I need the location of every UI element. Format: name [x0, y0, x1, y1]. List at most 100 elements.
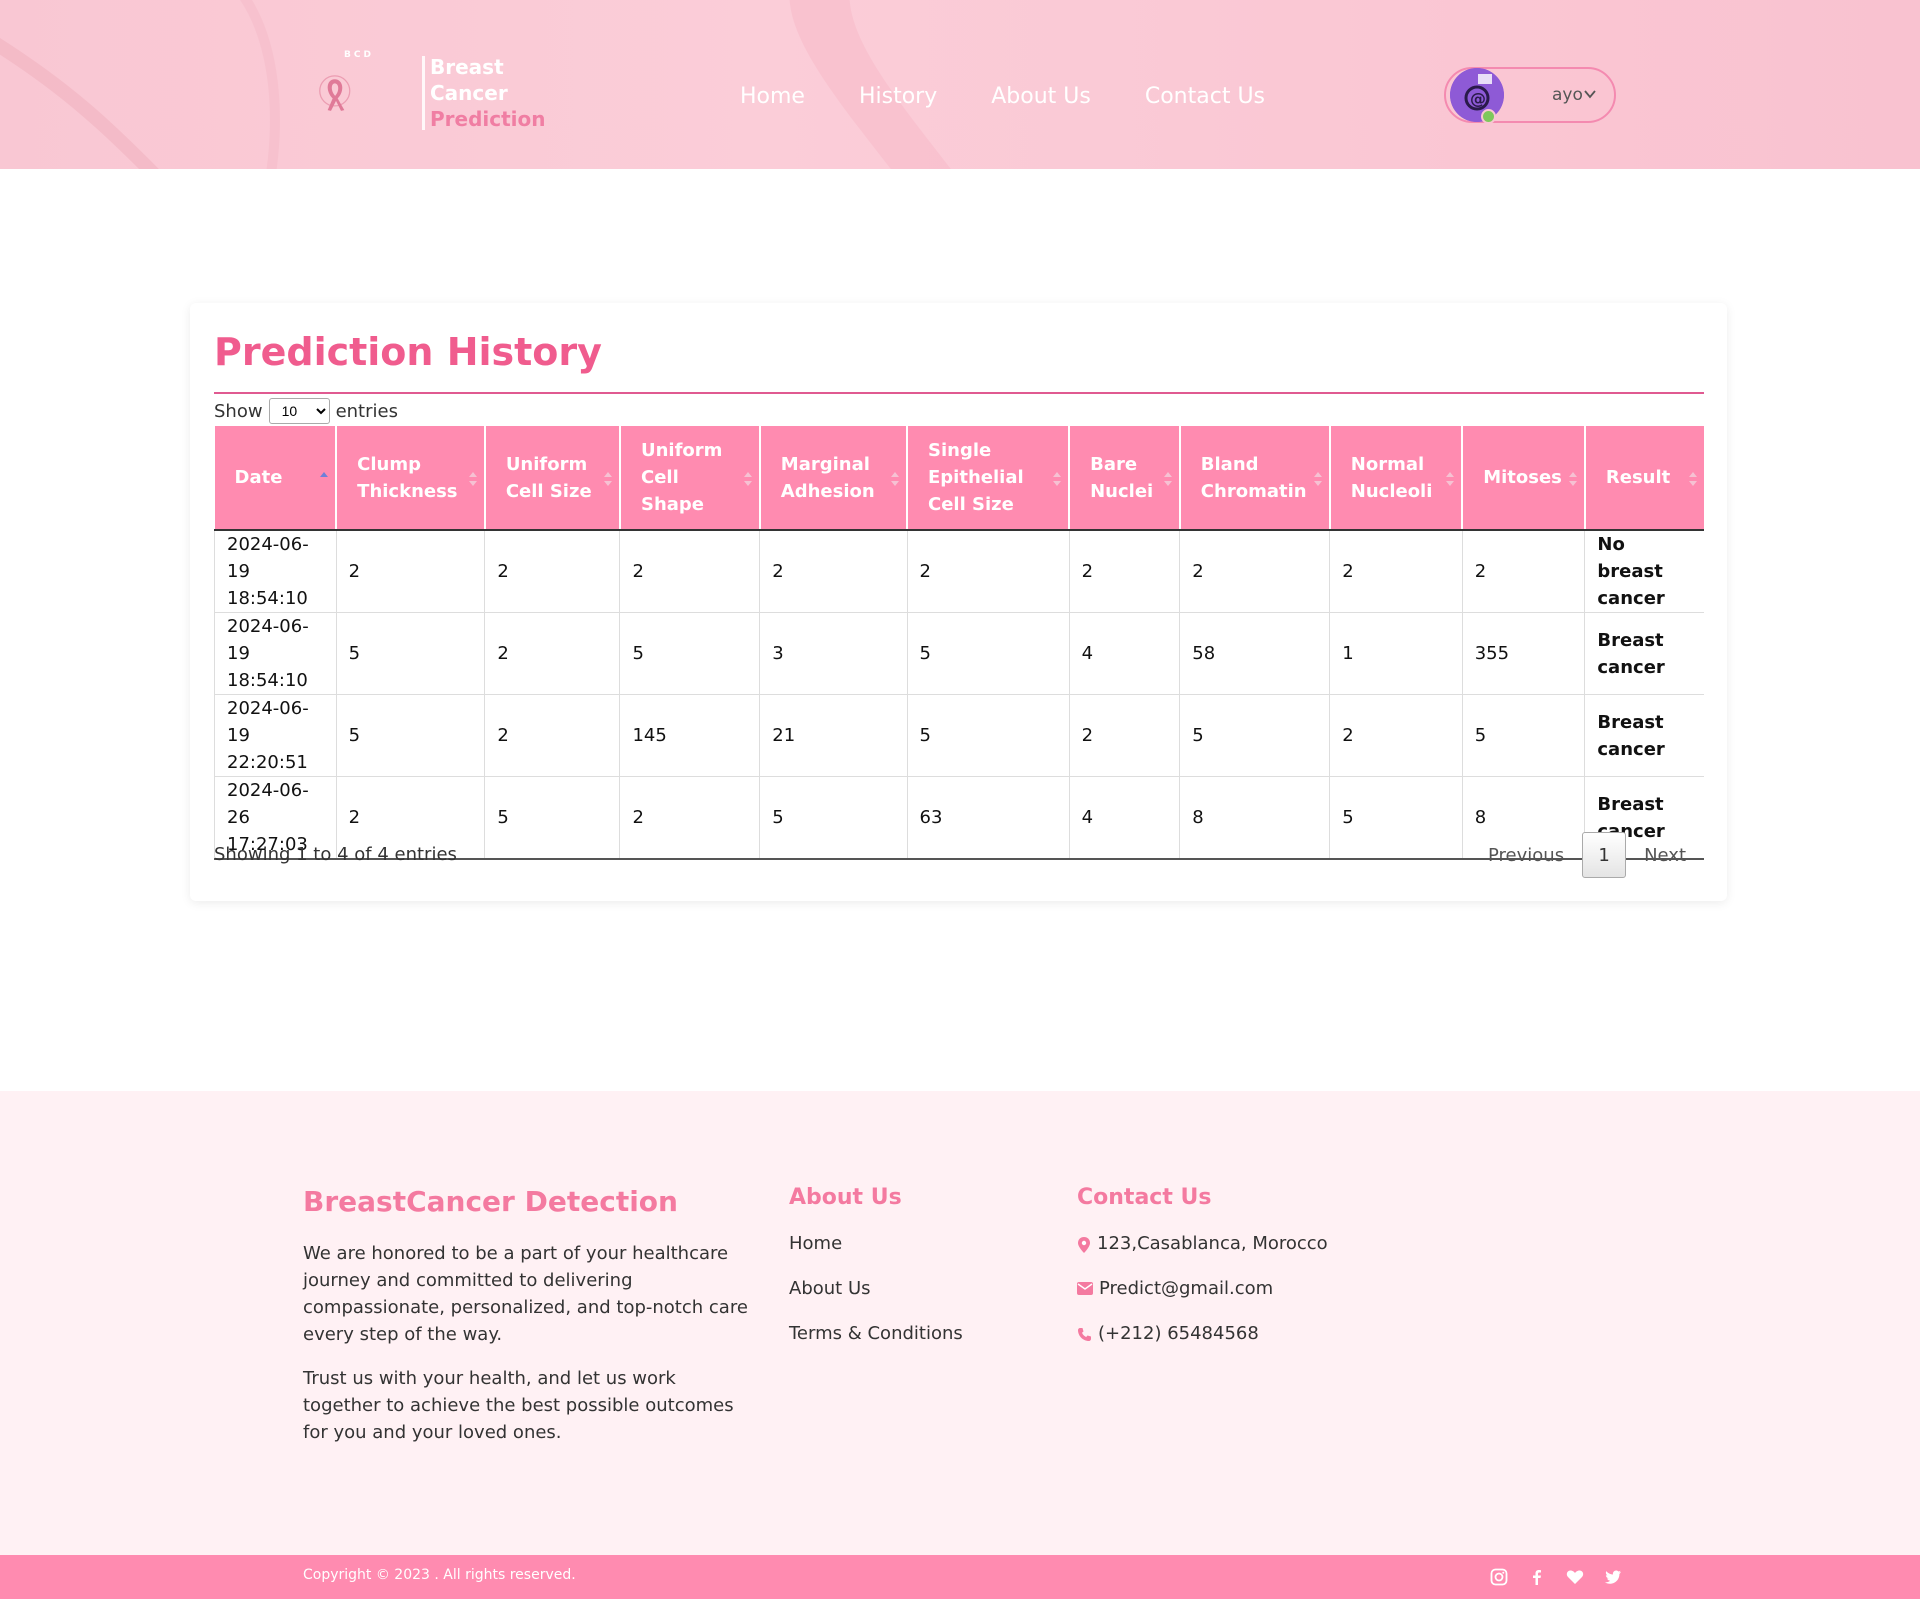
page-1-button[interactable]: 1 — [1582, 832, 1627, 878]
sort-icon — [1313, 472, 1322, 486]
cell-normal-nucleoli: 1 — [1329, 612, 1463, 695]
cell-uniform-cell-size: 2 — [484, 612, 621, 695]
column-header-label: Normal Nucleoli — [1350, 453, 1433, 502]
cell-mitoses: 5 — [1462, 694, 1586, 777]
social-links — [1490, 1568, 1622, 1586]
sort-icon — [603, 472, 612, 486]
column-header-uniform-cell-shape[interactable]: Uniform Cell Shape — [619, 426, 761, 531]
instagram-icon[interactable] — [1490, 1568, 1508, 1586]
sort-icon — [1446, 472, 1455, 486]
twitter-icon[interactable] — [1604, 1568, 1622, 1586]
contact-email: Predict@gmail.com — [1077, 1278, 1328, 1323]
column-header-label: Clump Thickness — [357, 453, 458, 502]
contact-address: 123,Casablanca, Morocco — [1077, 1233, 1328, 1278]
cell-date: 2024-06-19 18:54:10 — [214, 612, 337, 695]
svg-text:@: @ — [1470, 89, 1486, 108]
page-size-select[interactable]: 10 — [268, 398, 330, 424]
footer-link-terms[interactable]: Terms & Conditions — [789, 1323, 963, 1368]
phone-icon — [1078, 1328, 1091, 1341]
cell-result: No breast cancer — [1584, 530, 1704, 613]
table-header-row: Date Clump Thickness Uniform Cell Size Unif… — [214, 426, 1704, 531]
title-divider — [214, 392, 1704, 394]
sort-icon — [1163, 472, 1172, 486]
cell-date: 2024-06-19 18:54:10 — [214, 530, 337, 613]
cell-bland-chromatin: 2 — [1179, 530, 1331, 613]
column-header-single-epithelial-cell-size[interactable]: Single Epithelial Cell Size — [907, 426, 1071, 531]
cell-marginal-adhesion: 2 — [759, 530, 908, 613]
cell-normal-nucleoli: 2 — [1329, 694, 1463, 777]
cell-bland-chromatin: 5 — [1179, 694, 1331, 777]
nav-history[interactable]: History — [859, 84, 937, 109]
column-header-bland-chromatin[interactable]: Bland Chromatin — [1179, 426, 1331, 531]
column-header-normal-nucleoli[interactable]: Normal Nucleoli — [1329, 426, 1464, 531]
sort-icon — [1568, 472, 1577, 486]
logo-divider — [422, 56, 425, 130]
sort-ascending-icon — [320, 472, 329, 477]
entries-label: entries — [335, 400, 398, 422]
page-title: Prediction History — [214, 330, 602, 374]
cell-uniform-cell-size: 2 — [484, 530, 621, 613]
stethoscope-decoration — [0, 0, 280, 169]
cell-result: Breast cancer — [1584, 612, 1704, 695]
nav-about-us[interactable]: About Us — [991, 84, 1091, 109]
cell-bland-chromatin: 58 — [1179, 612, 1331, 695]
column-header-bare-nuclei[interactable]: Bare Nuclei — [1069, 426, 1181, 531]
facebook-icon[interactable] — [1528, 1568, 1546, 1586]
column-header-clump-thickness[interactable]: Clump Thickness — [336, 426, 486, 531]
column-header-marginal-adhesion[interactable]: Marginal Adhesion — [759, 426, 909, 531]
contact-phone: (+212) 65484568 — [1077, 1323, 1328, 1368]
column-header-label: Marginal Adhesion — [780, 453, 875, 502]
address-text: 123,Casablanca, Morocco — [1097, 1233, 1328, 1254]
sort-icon — [468, 472, 477, 486]
table-row: 2024-06-19 18:54:10 5 2 5 3 5 4 58 1 355 Breast ca… — [214, 612, 1704, 695]
column-header-label: Bare Nuclei — [1090, 453, 1154, 502]
avatar-image: @ — [1450, 68, 1504, 122]
cell-uniform-cell-shape: 145 — [619, 694, 761, 777]
cell-single-epithelial-cell-size: 5 — [907, 612, 1070, 695]
bottom-bar — [0, 1555, 1920, 1599]
next-page-button[interactable]: Next — [1626, 845, 1704, 866]
cell-clump-thickness: 5 — [336, 694, 486, 777]
footer-contact-list: 123,Casablanca, Morocco Predict@gmail.co… — [1077, 1233, 1328, 1368]
avatar[interactable]: @ — [1450, 68, 1504, 122]
heart-icon[interactable] — [1566, 1568, 1584, 1586]
column-header-date[interactable]: Date — [214, 426, 338, 531]
cell-single-epithelial-cell-size: 2 — [907, 530, 1070, 613]
cell-date: 2024-06-19 22:20:51 — [214, 694, 337, 777]
previous-page-button[interactable]: Previous — [1470, 845, 1582, 866]
cell-bare-nuclei: 2 — [1069, 530, 1181, 613]
user-name[interactable]: ayo — [1552, 85, 1583, 105]
nav-contact-us[interactable]: Contact Us — [1145, 84, 1265, 109]
logo-badge-text: BCD — [344, 50, 374, 60]
ribbon-logo-icon[interactable] — [316, 46, 416, 140]
table-row: 2024-06-19 18:54:10 2 2 2 2 2 2 2 2 2 No breast ca… — [214, 530, 1704, 613]
cell-marginal-adhesion: 21 — [759, 694, 908, 777]
column-header-label: Date — [234, 467, 283, 488]
chevron-down-icon[interactable] — [1584, 88, 1596, 100]
footer-contact-title: Contact Us — [1077, 1185, 1212, 1210]
logo-text[interactable]: Breast Cancer Prediction — [430, 54, 546, 132]
column-header-result[interactable]: Result — [1584, 426, 1704, 531]
column-header-mitoses[interactable]: Mitoses — [1462, 426, 1586, 531]
online-status-dot — [1481, 109, 1496, 124]
table-info: Showing 1 to 4 of 4 entries — [214, 844, 457, 865]
cell-normal-nucleoli: 2 — [1329, 530, 1463, 613]
table-row: 2024-06-19 22:20:51 5 2 145 21 5 2 5 2 5 Breast ca… — [214, 694, 1704, 777]
sort-icon — [1053, 472, 1062, 486]
copyright-text: Copyright © 2023 . All rights reserved. — [303, 1567, 576, 1583]
email-text[interactable]: Predict@gmail.com — [1099, 1278, 1273, 1299]
footer-link-home[interactable]: Home — [789, 1233, 963, 1278]
footer-brand: BreastCancer Detection — [303, 1185, 678, 1218]
cell-clump-thickness: 2 — [336, 530, 486, 613]
cell-bland-chromatin: 8 — [1179, 776, 1331, 860]
phone-text[interactable]: (+212) 65484568 — [1098, 1323, 1259, 1344]
logo-line-1: Breast — [430, 55, 504, 79]
sort-icon — [743, 472, 752, 486]
nav-home[interactable]: Home — [740, 84, 805, 109]
sort-icon — [1689, 472, 1697, 486]
column-header-label: Uniform Cell Size — [505, 453, 592, 502]
footer-desc-2: Trust us with your health, and let us wo… — [303, 1368, 734, 1443]
footer-desc-1: We are honored to be a part of your heal… — [303, 1243, 748, 1345]
column-header-uniform-cell-size[interactable]: Uniform Cell Size — [484, 426, 621, 531]
footer-link-about-us[interactable]: About Us — [789, 1278, 963, 1323]
